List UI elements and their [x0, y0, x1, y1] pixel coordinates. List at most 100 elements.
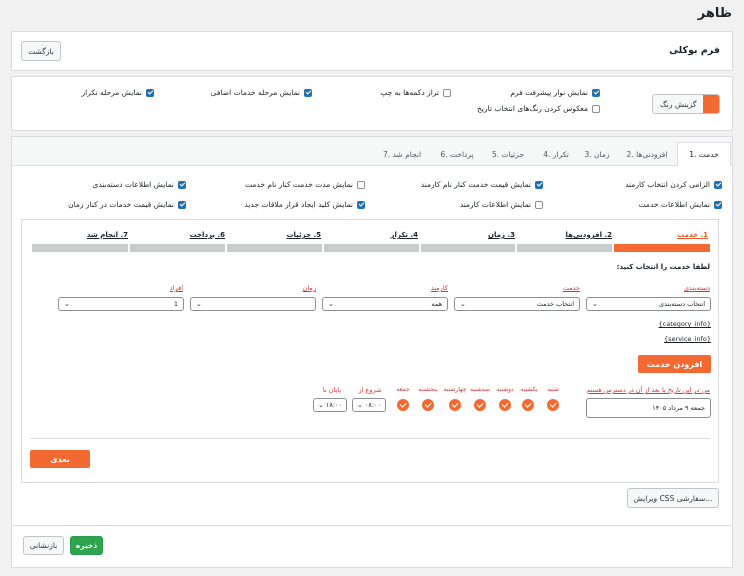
chevron-down-icon: ⌄ [328, 300, 334, 308]
setting-require-staff[interactable]: الزامی کردن انتخاب کارمند [625, 180, 722, 189]
color-swatch [703, 95, 719, 113]
add-service-button[interactable]: افزودن خدمت [638, 355, 711, 373]
checkbox-icon [535, 180, 543, 189]
setting-new-appointment-button[interactable]: نمایش کلید ایجاد قرار ملاقات جدید [244, 200, 365, 209]
staff-label: کارمند [430, 284, 448, 292]
checkbox-icon [178, 180, 186, 189]
chevron-down-icon: ⌄ [460, 300, 466, 308]
start-from-label: شروع از [358, 386, 382, 394]
weekday-checkbox-wed[interactable] [449, 399, 461, 411]
step-bar-time [421, 244, 515, 252]
step-bar-extras [517, 244, 612, 252]
chevron-down-icon: ⌄ [64, 300, 70, 308]
checkbox-icon [443, 88, 451, 97]
tab-done[interactable]: 7. انجام شد [374, 144, 430, 164]
tab-repeat[interactable]: 4. تکرار [536, 144, 576, 164]
persons-label: افراد [169, 284, 183, 292]
weekday-label-tue: سه‌شنبه [469, 386, 491, 393]
category-info-placeholder: {category_info} [658, 320, 711, 328]
weekday-label-sat: شنبه [547, 386, 559, 393]
checkbox-icon [357, 180, 365, 189]
chevron-down-icon: ⌄ [196, 300, 202, 308]
service-select[interactable]: انتخاب خدمت ⌄ [454, 297, 580, 311]
weekday-checkbox-fri[interactable] [397, 399, 409, 411]
step-bar-done [32, 244, 128, 252]
weekday-checkbox-thu[interactable] [422, 399, 434, 411]
persons-select[interactable]: 1 ⌄ [58, 297, 184, 311]
start-time-select[interactable]: ⌄ ۰۸:۰۰ [352, 398, 386, 412]
form-preview [21, 219, 719, 483]
next-button[interactable]: بعدی [30, 450, 90, 468]
date-input[interactable]: جمعه ۹ مرداد ۱۴۰۵ [586, 398, 711, 418]
staff-select[interactable]: همه ⌄ [322, 297, 448, 311]
step-label-extras[interactable]: 2. افزودنی‌ها [566, 231, 612, 239]
checkbox-icon [146, 88, 154, 97]
time-label: زمان [302, 284, 316, 292]
preview-divider [30, 438, 710, 439]
option-extras-step[interactable]: نمایش مرحله خدمات اضافی [211, 88, 312, 97]
weekday-label-thu: پنجشنبه [418, 386, 438, 393]
weekday-checkbox-mon[interactable] [499, 399, 511, 411]
option-reverse-date-colors[interactable]: معکوس کردن رنگ‌های انتخاب تاریخ [477, 104, 600, 113]
setting-show-category-info[interactable]: نمایش اطلاعات دسته‌بندی [92, 180, 186, 189]
end-time-select[interactable]: ⌄ ۱۸:۰۰ [313, 398, 347, 412]
weekday-checkbox-sun[interactable] [522, 399, 534, 411]
step-label-details[interactable]: 5. جزئیات [286, 231, 321, 239]
page-title: ظاهر [697, 6, 732, 21]
category-select[interactable]: انتخاب دسته‌بندی ⌄ [586, 297, 711, 311]
setting-show-service-info[interactable]: نمایش اطلاعات خدمت [639, 200, 722, 209]
form-title: فرم بوکلی [669, 45, 720, 56]
setting-price-next-to-time[interactable]: نمایش قیمت خدمات در کنار زمان [68, 200, 186, 209]
option-progress-bar[interactable]: نمایش نوار پیشرفت فرم [510, 88, 600, 97]
step-label-repeat[interactable]: 4. تکرار [391, 231, 418, 239]
save-button[interactable]: ذخیره [70, 536, 103, 555]
checkbox-icon [357, 200, 365, 209]
tab-extras[interactable]: 2. افزودنی‌ها [618, 144, 676, 164]
chevron-down-icon: ⌄ [357, 401, 363, 409]
option-align-buttons-left[interactable]: تراز دکمه‌ها به چپ [380, 88, 451, 97]
step-bar-payment [130, 244, 225, 252]
service-info-placeholder: {service_info} [664, 335, 711, 343]
chevron-down-icon: ⌄ [592, 300, 598, 308]
weekday-checkbox-sat[interactable] [547, 399, 559, 411]
tab-service[interactable]: 1. خدمت [677, 142, 731, 166]
checkbox-icon [714, 180, 722, 189]
setting-show-staff-info[interactable]: نمایش اطلاعات کارمند [460, 200, 543, 209]
tab-payment[interactable]: 6. پرداخت [433, 144, 481, 164]
tab-time[interactable]: 3. زمان [578, 144, 616, 164]
end-to-label: پایان تا [322, 386, 342, 394]
date-label: من در این تاریخ یا بعد از آن در دسترس هس… [586, 386, 710, 394]
back-button[interactable]: بازگشت [21, 41, 61, 61]
setting-duration-next-to-service[interactable]: نمایش مدت خدمت کنار نام خدمت [245, 180, 365, 189]
step-label-done[interactable]: 7. انجام شد [87, 231, 128, 239]
checkbox-icon [178, 200, 186, 209]
step-bar-details [227, 244, 322, 252]
setting-price-next-to-staff[interactable]: نمایش قیمت خدمت کنار نام کارمند [421, 180, 543, 189]
form-title-card: فرم بوکلی بازگشت [11, 31, 733, 71]
checkbox-icon [535, 200, 543, 209]
service-label: خدمت [562, 284, 580, 292]
color-picker-button[interactable]: گزینش رنگ [652, 94, 720, 114]
step-label-service[interactable]: 1. خدمت [677, 231, 708, 239]
weekday-label-mon: دوشنبه [496, 386, 514, 393]
weekday-label-wed: چهارشنبه [443, 386, 467, 393]
options-card: گزینش رنگ نمایش نوار پیشرفت فرم معکوس کر… [11, 76, 733, 131]
step-label-payment[interactable]: 6. پرداخت [190, 231, 225, 239]
weekday-label-fri: جمعه [396, 386, 410, 393]
checkbox-icon [304, 88, 312, 97]
reset-button[interactable]: بازنشانی [23, 536, 64, 555]
edit-custom-css-button[interactable]: ویرایش CSS سفارشی... [627, 488, 719, 508]
category-label: دسته‌بندی [683, 284, 710, 292]
footer-bar [11, 526, 733, 568]
preview-prompt: لطفا خدمت را انتخاب کنید: [616, 263, 710, 271]
weekday-checkbox-tue[interactable] [474, 399, 486, 411]
checkbox-icon [714, 200, 722, 209]
color-picker-label: گزینش رنگ [660, 99, 697, 109]
tab-details[interactable]: 5. جزئیات [483, 144, 533, 164]
step-bar-repeat [324, 244, 419, 252]
option-repeat-step[interactable]: نمایش مرحله تکرار [82, 88, 154, 97]
step-bar-service [614, 244, 710, 252]
step-label-time[interactable]: 3. زمان [488, 231, 515, 239]
time-select[interactable]: ⌄ [190, 297, 316, 311]
chevron-down-icon: ⌄ [318, 401, 324, 409]
